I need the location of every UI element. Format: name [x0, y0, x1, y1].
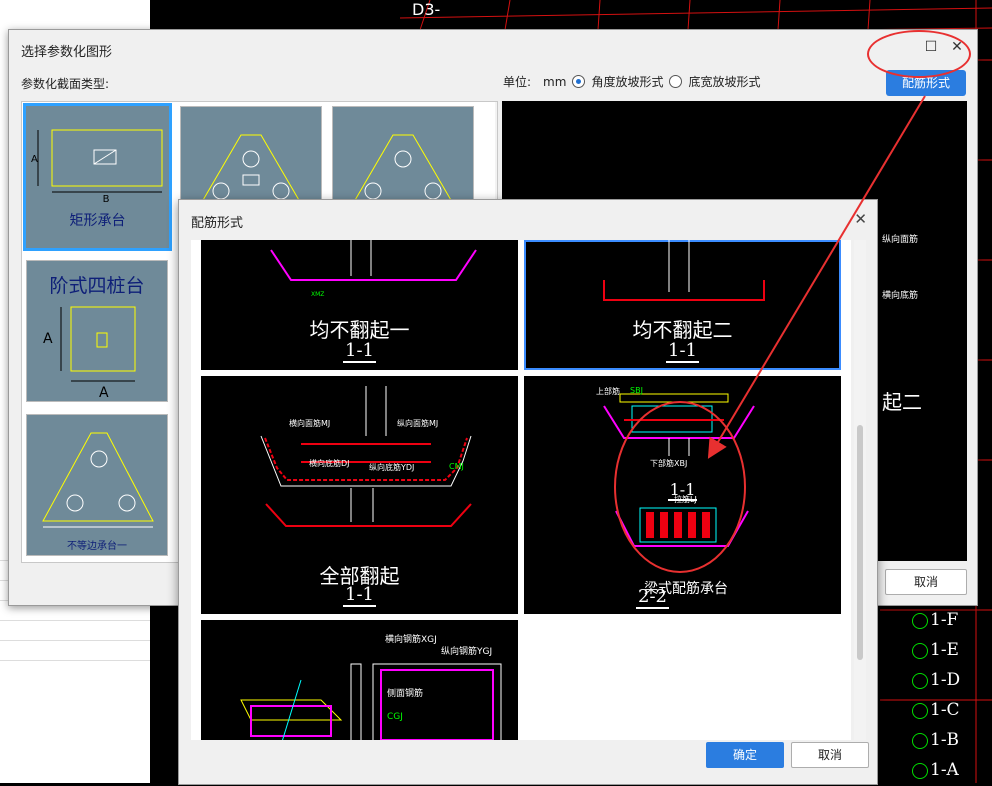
thumb-rect-cap[interactable]: B A 矩形承台 [23, 103, 172, 251]
preview-name-fragment: 起二 [882, 390, 922, 414]
rebar-scrollbar[interactable] [854, 240, 866, 740]
unit-label: 单位: [503, 75, 532, 89]
radio-angle-label[interactable]: 角度放坡形式 [591, 73, 663, 90]
label-cgj: CGJ [387, 712, 403, 722]
axis-label-a: 1-A [912, 760, 959, 780]
card-section: 2-2 [636, 586, 669, 609]
rebar-card-5[interactable]: 横向钢筋XGJ 纵向钢筋YGJ 侧面钢筋 CGJ [201, 620, 518, 740]
label-side-rebar: 侧面钢筋 [387, 689, 424, 699]
card-name: 均不翻起二 [632, 318, 733, 342]
radio-width-label[interactable]: 底宽放坡形式 [688, 73, 760, 90]
thumb-caption: 矩形承台 [69, 213, 126, 229]
rebar-card-2[interactable]: 均不翻起二 1-1 [524, 240, 841, 370]
svg-text:A: A [31, 154, 38, 165]
thumb-caption: 阶式四桩台 [49, 275, 145, 297]
label-cmj: CMJ [449, 462, 464, 471]
card-section: 1-1 [343, 340, 376, 363]
rebar-form-grid: XMZ 均不翻起一 1-1 均不翻起二 1-1 横向面筋MJ 纵向面筋MJ 横向… [191, 240, 851, 740]
card-section: 1-1 [666, 340, 699, 363]
radio-width[interactable] [669, 75, 683, 88]
label-ymj: 纵向面筋MJ [397, 419, 439, 428]
radio-angle[interactable] [572, 75, 586, 88]
svg-text:B: B [103, 194, 110, 205]
unit-row: 单位: mm 角度放坡形式 底宽放坡形式 [503, 73, 760, 90]
card-section-top: 1-1 [667, 480, 698, 501]
cancel-button[interactable]: 取消 [791, 742, 869, 768]
label-ydj: 纵向底筋YDJ [369, 463, 415, 472]
cad-top-label: D3- [412, 0, 441, 19]
section-type-label: 参数化截面类型: [21, 77, 110, 91]
label-sbj: SBJ [630, 386, 643, 395]
label-xmj: 横向面筋MJ [289, 419, 331, 428]
thumb-unequal-cap[interactable]: 不等边承台一 [26, 414, 168, 556]
label-ygj: 纵向钢筋YGJ [441, 647, 493, 657]
label-top-rebar: 上部筋 [596, 387, 620, 396]
close-icon[interactable]: ✕ [854, 210, 867, 228]
axis-label-c: 1-C [912, 700, 960, 720]
preview-label-bottom: 横向底筋 [882, 291, 919, 301]
svg-text:XMZ: XMZ [311, 291, 324, 298]
unit-value: mm [543, 74, 567, 89]
axis-label-b: 1-B [912, 730, 959, 750]
thumb-caption: 不等边承台一 [67, 541, 127, 552]
dialog-title: 配筋形式 [191, 216, 244, 231]
preview-label-top: 纵向面筋 [882, 235, 919, 245]
axis-label-e: 1-E [912, 640, 959, 660]
unequal-cap-shape [42, 432, 154, 528]
svg-text:A: A [99, 385, 109, 401]
rebar-card-3[interactable]: 横向面筋MJ 纵向面筋MJ 横向底筋DJ 纵向底筋YDJ CMJ 全部翻起 1-… [201, 376, 518, 614]
card-name: 均不翻起一 [309, 318, 410, 342]
label-dj: 横向底筋DJ [309, 459, 350, 468]
dialog-title: 选择参数化图形 [21, 45, 113, 60]
rebar-card-1[interactable]: XMZ 均不翻起一 1-1 [201, 240, 518, 370]
label-xbj: 下部筋XBJ [650, 459, 688, 468]
annotation-ring-button [867, 30, 971, 78]
axis-label-d: 1-D [912, 670, 960, 690]
label-xgj: 横向钢筋XGJ [385, 635, 437, 645]
ok-button[interactable]: 确定 [706, 742, 784, 768]
svg-text:A: A [43, 331, 53, 347]
card-5-drawing [240, 663, 502, 740]
rebar-form-dialog: 配筋形式 ✕ XMZ 均不翻起一 1-1 均不翻起二 1-1 横向面筋MJ 纵向… [178, 199, 878, 785]
axis-label-f: 1-F [912, 610, 958, 630]
thumb-stepped-four-pile[interactable]: A A 阶式四桩台 [26, 260, 168, 402]
rebar-card-4[interactable]: 上部筋 SBJ 下部筋XBJ 拉筋LJ 1-1 梁式配筋承台 2-2 [524, 376, 841, 614]
cancel-button[interactable]: 取消 [885, 569, 967, 595]
